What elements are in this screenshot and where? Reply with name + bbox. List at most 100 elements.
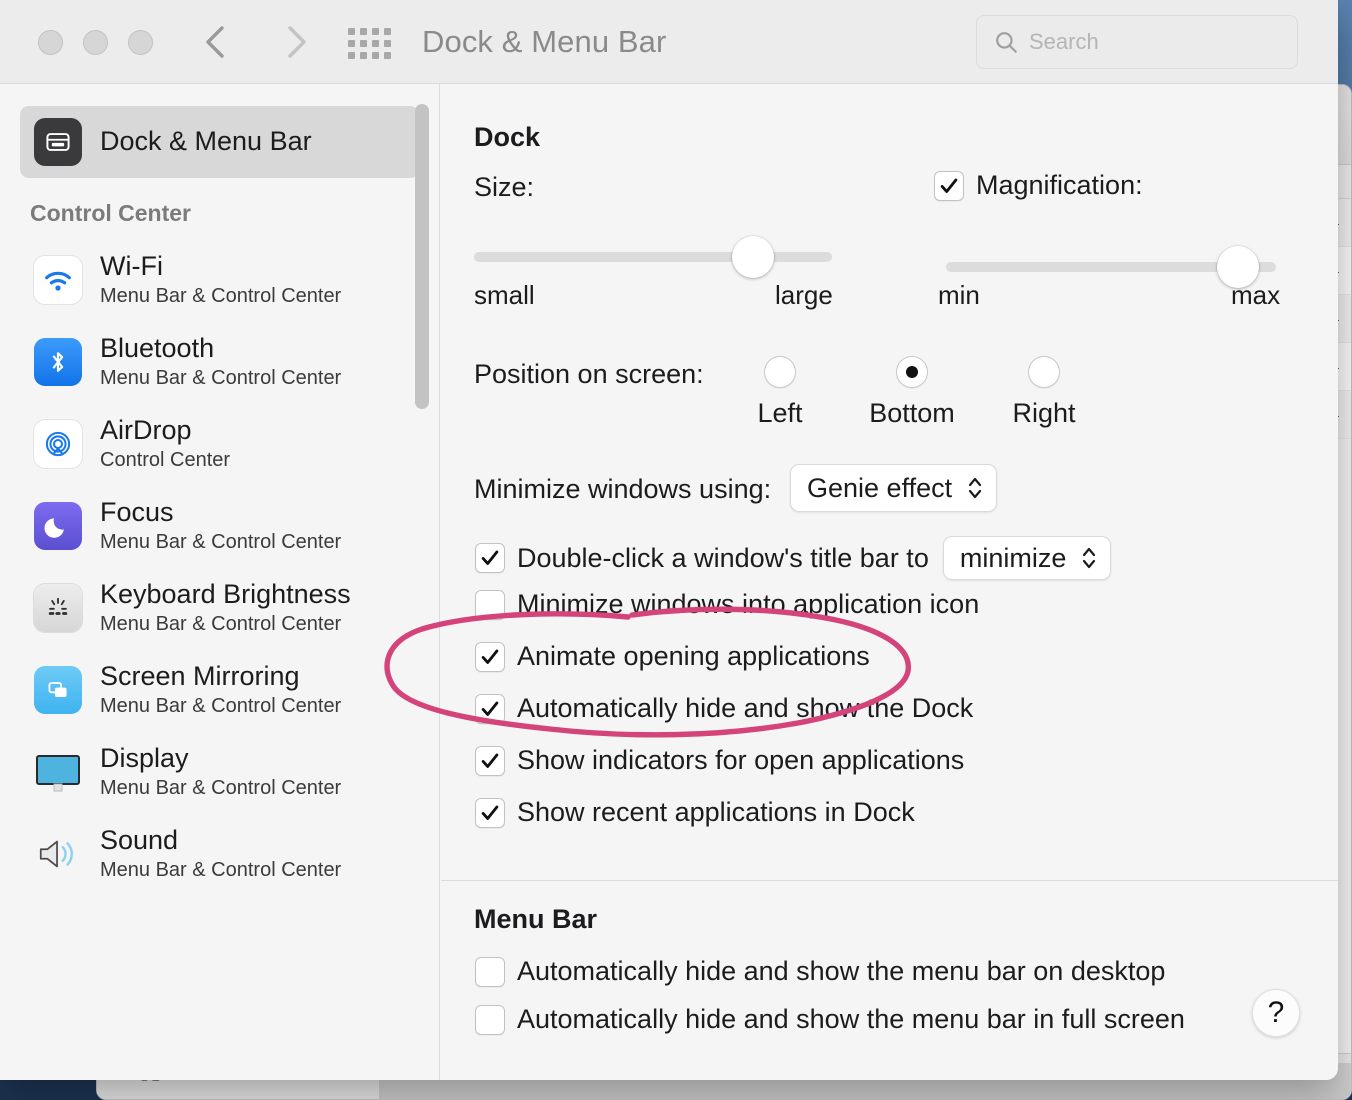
wifi-icon bbox=[34, 256, 82, 305]
show-indicators-checkbox[interactable] bbox=[475, 745, 505, 776]
chevron-left-icon bbox=[206, 26, 224, 58]
double-click-action-popup-button[interactable]: minimize bbox=[942, 536, 1112, 580]
checkmark-icon bbox=[481, 701, 499, 716]
magnification-checkbox-row[interactable]: Magnification: bbox=[934, 170, 1143, 201]
minimize-into-app-icon-row[interactable]: Minimize windows into application icon bbox=[475, 589, 979, 620]
chevron-right-icon bbox=[288, 26, 306, 58]
auto-hide-menubar-fullscreen-row[interactable]: Automatically hide and show the menu bar… bbox=[475, 1004, 1185, 1035]
animate-opening-applications-row[interactable]: Animate opening applications bbox=[475, 641, 870, 672]
sidebar-item-wi-fi[interactable]: Wi-Fi Menu Bar & Control Center bbox=[20, 239, 419, 321]
position-radio-left[interactable] bbox=[764, 356, 796, 388]
screen: D Da Ma Ma Ma Ma X 4 items, 327.69 GB av… bbox=[0, 0, 1352, 1100]
checkmark-icon bbox=[481, 649, 499, 664]
search-field[interactable]: Search bbox=[976, 15, 1298, 69]
close-button[interactable] bbox=[38, 30, 63, 55]
bluetooth-glyph-icon bbox=[52, 352, 64, 372]
zoom-button[interactable] bbox=[128, 30, 153, 55]
preferences-sidebar[interactable]: Dock & Menu Bar Control Center Wi-Fi Men… bbox=[0, 84, 440, 1080]
dock-size-max-label: large bbox=[775, 280, 833, 310]
auto-hide-dock-checkbox[interactable] bbox=[475, 693, 505, 724]
grid-dot bbox=[348, 28, 355, 35]
grid-dot bbox=[372, 52, 379, 59]
magnification-max-label: max bbox=[1231, 280, 1281, 310]
magnification-slider[interactable] bbox=[946, 246, 1276, 288]
sidebar-item-sublabel: Menu Bar & Control Center bbox=[100, 285, 342, 308]
wifi-waves-icon bbox=[45, 271, 71, 291]
show-recent-applications-label: Show recent applications in Dock bbox=[517, 797, 915, 827]
show-recent-applications-checkbox[interactable] bbox=[475, 797, 505, 828]
focus-moon-icon bbox=[34, 502, 82, 551]
magnification-min-label: min bbox=[938, 280, 980, 310]
radio-dot bbox=[906, 366, 918, 378]
forward-button[interactable] bbox=[276, 18, 316, 66]
position-radio-bottom[interactable] bbox=[896, 356, 928, 388]
preferences-content-pane: Dock Size: small large Magnification: mi… bbox=[441, 84, 1338, 1080]
dock-size-min-label: small bbox=[474, 280, 535, 310]
grid-dot bbox=[384, 40, 391, 47]
sidebar-item-display[interactable]: Display Menu Bar & Control Center bbox=[20, 731, 419, 813]
display-icon bbox=[34, 748, 82, 796]
search-placeholder: Search bbox=[1029, 29, 1099, 54]
auto-hide-menubar-fullscreen-label: Automatically hide and show the menu bar… bbox=[517, 1004, 1185, 1034]
minimize-into-app-icon-checkbox[interactable] bbox=[475, 589, 505, 620]
sidebar-item-airdrop[interactable]: AirDrop Control Center bbox=[20, 403, 419, 485]
double-click-titlebar-label: Double-click a window's title bar to bbox=[517, 542, 929, 573]
sidebar-item-label: Sound bbox=[100, 825, 179, 856]
sidebar-scrollbar[interactable] bbox=[415, 98, 429, 498]
sidebar-item-focus[interactable]: Focus Menu Bar & Control Center bbox=[20, 485, 419, 567]
sidebar-item-label: Bluetooth bbox=[100, 333, 215, 364]
sidebar-item-sublabel: Control Center bbox=[100, 449, 231, 472]
auto-hide-menubar-desktop-checkbox[interactable] bbox=[475, 956, 505, 987]
help-button[interactable]: ? bbox=[1252, 989, 1300, 1037]
menu-bar-section-title: Menu Bar bbox=[474, 904, 598, 934]
sidebar-item-sound[interactable]: Sound Menu Bar & Control Center bbox=[20, 813, 419, 895]
position-on-screen-label: Position on screen: bbox=[474, 359, 704, 389]
position-option-right[interactable]: Right bbox=[1012, 356, 1076, 429]
navigation-buttons bbox=[196, 18, 316, 66]
position-label-right: Right bbox=[1012, 398, 1076, 428]
auto-hide-dock-row[interactable]: Automatically hide and show the Dock bbox=[475, 693, 973, 724]
back-button[interactable] bbox=[196, 18, 236, 66]
sidebar-item-sublabel: Menu Bar & Control Center bbox=[100, 613, 342, 636]
sidebar-item-bluetooth[interactable]: Bluetooth Menu Bar & Control Center bbox=[20, 321, 419, 403]
position-radio-right[interactable] bbox=[1028, 356, 1060, 388]
sidebar-item-label: Focus bbox=[100, 497, 174, 528]
dock-size-slider-thumb[interactable] bbox=[732, 236, 774, 278]
animate-opening-applications-checkbox[interactable] bbox=[475, 641, 505, 672]
search-icon bbox=[996, 32, 1017, 53]
position-option-left[interactable]: Left bbox=[755, 356, 805, 429]
magnification-checkbox[interactable] bbox=[934, 170, 964, 201]
sidebar-scrollbar-thumb[interactable] bbox=[415, 104, 429, 409]
grid-dot bbox=[360, 40, 367, 47]
show-indicators-row[interactable]: Show indicators for open applications bbox=[475, 745, 964, 776]
airdrop-rings-icon bbox=[45, 431, 71, 457]
show-all-preferences-button[interactable] bbox=[348, 28, 391, 59]
position-option-bottom[interactable]: Bottom bbox=[869, 356, 955, 429]
minimize-effect-label: Minimize windows using: bbox=[474, 474, 772, 504]
show-indicators-label: Show indicators for open applications bbox=[517, 745, 965, 775]
auto-hide-menubar-fullscreen-checkbox[interactable] bbox=[475, 1004, 505, 1035]
sidebar-item-sublabel: Menu Bar & Control Center bbox=[100, 777, 342, 800]
minimize-button[interactable] bbox=[83, 30, 108, 55]
dock-size-slider[interactable] bbox=[474, 236, 832, 278]
magnification-label: Magnification: bbox=[976, 170, 1143, 200]
monitor-icon bbox=[36, 755, 80, 792]
minimize-effect-popup-button[interactable]: Genie effect bbox=[790, 464, 998, 512]
sidebar-item-keyboard-brightness[interactable]: Keyboard Brightness Menu Bar & Control C… bbox=[20, 567, 419, 649]
double-click-titlebar-row[interactable]: Double-click a window's title bar to min… bbox=[475, 536, 1112, 580]
two-screens-icon bbox=[48, 682, 67, 698]
sidebar-item-dock-menu-bar[interactable]: Dock & Menu Bar bbox=[20, 106, 419, 178]
checkmark-icon bbox=[940, 178, 958, 193]
double-click-titlebar-checkbox[interactable] bbox=[475, 543, 505, 573]
minimize-into-app-icon-label: Minimize windows into application icon bbox=[517, 589, 980, 619]
chevron-up-down-icon bbox=[969, 477, 982, 499]
grid-dot bbox=[348, 40, 355, 47]
sidebar-section-header: Control Center bbox=[30, 200, 191, 226]
sidebar-item-text: Bluetooth Menu Bar & Control Center bbox=[100, 333, 341, 391]
auto-hide-menubar-desktop-row[interactable]: Automatically hide and show the menu bar… bbox=[475, 956, 1165, 987]
chevron-up-down-icon bbox=[1083, 547, 1096, 569]
sidebar-item-screen-mirroring[interactable]: Screen Mirroring Menu Bar & Control Cent… bbox=[20, 649, 419, 731]
sidebar-item-label: AirDrop bbox=[100, 415, 192, 446]
sidebar-item-label: Screen Mirroring bbox=[100, 661, 300, 692]
show-recent-applications-row[interactable]: Show recent applications in Dock bbox=[475, 797, 915, 828]
